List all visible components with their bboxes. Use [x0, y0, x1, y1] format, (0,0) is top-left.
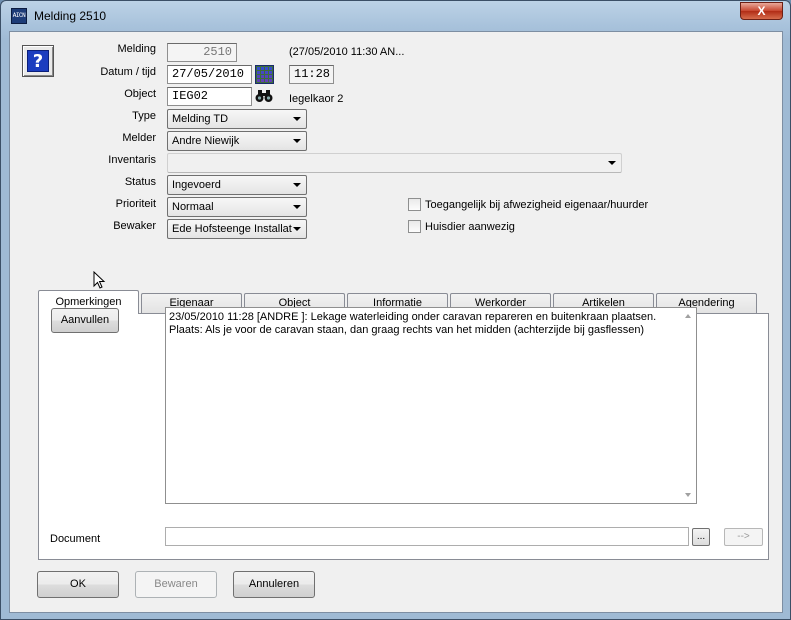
document-field[interactable] [165, 527, 689, 546]
chevron-down-icon [608, 161, 616, 165]
type-label: Type [132, 110, 156, 122]
ok-button[interactable]: OK [37, 571, 119, 598]
aanvullen-button[interactable]: Aanvullen [51, 308, 119, 333]
prioriteit-value: Normaal [172, 201, 214, 213]
chevron-down-icon [293, 183, 301, 187]
app-icon: AICN [11, 8, 27, 24]
memo-line: 23/05/2010 11:28 [ANDRE ]: Lekage waterl… [169, 311, 657, 323]
opmerkingen-textarea[interactable]: 23/05/2010 11:28 [ANDRE ]: Lekage waterl… [165, 307, 697, 504]
bewaker-value: Ede Hofsteenge Installat [172, 223, 292, 235]
inventaris-dropdown[interactable] [167, 153, 622, 173]
binoculars-icon[interactable] [255, 89, 273, 103]
annuleren-button[interactable]: Annuleren [233, 571, 315, 598]
datum-tijd-label: Datum / tijd [100, 66, 156, 78]
bewaker-label: Bewaker [113, 220, 156, 232]
document-label: Document [50, 533, 101, 545]
chevron-down-icon [293, 227, 301, 231]
mouse-cursor-icon [93, 271, 106, 289]
created-info: (27/05/2010 11:30 AN... [289, 46, 405, 58]
type-dropdown[interactable]: Melding TD [167, 109, 307, 129]
object-description: Iegelkaor 2 [289, 93, 344, 105]
chevron-down-icon [293, 139, 301, 143]
object-field[interactable]: IEG02 [167, 87, 252, 106]
inventaris-label: Inventaris [108, 154, 156, 166]
toegang-checkbox-label: Toegangelijk bij afwezigheid eigenaar/hu… [425, 199, 649, 211]
scroll-up-icon[interactable] [685, 314, 691, 318]
melder-label: Melder [122, 132, 156, 144]
melding-label: Melding [117, 43, 156, 55]
calendar-icon[interactable] [255, 65, 274, 84]
huisdier-checkbox-label: Huisdier aanwezig [425, 221, 515, 233]
status-value: Ingevoerd [172, 179, 221, 191]
chevron-down-icon [293, 117, 301, 121]
prioriteit-dropdown[interactable]: Normaal [167, 197, 307, 217]
melder-value: Andre Niewijk [172, 135, 240, 147]
time-field[interactable]: 11:28 [289, 65, 334, 84]
window-title: Melding 2510 [34, 9, 107, 23]
close-button[interactable]: X [740, 2, 783, 20]
dialog-window: AICN Melding 2510 X ? Melding 2510 (27/0… [0, 0, 791, 620]
status-dropdown[interactable]: Ingevoerd [167, 175, 307, 195]
date-field[interactable]: 27/05/2010 [167, 65, 252, 84]
scroll-down-icon[interactable] [685, 493, 691, 497]
help-button[interactable]: ? [22, 45, 54, 77]
prioriteit-label: Prioriteit [115, 198, 156, 210]
memo-line: Plaats: Als je voor de caravan staan, da… [169, 324, 645, 336]
toegang-checkbox[interactable] [408, 198, 421, 211]
dialog-client-area: ? Melding 2510 (27/05/2010 11:30 AN... D… [9, 31, 783, 613]
title-bar[interactable]: AICN Melding 2510 X [1, 1, 790, 31]
browse-document-button[interactable]: ... [692, 528, 710, 546]
chevron-down-icon [293, 205, 301, 209]
vertical-scrollbar[interactable] [681, 308, 696, 503]
huisdier-checkbox[interactable] [408, 220, 421, 233]
bewaker-dropdown[interactable]: Ede Hofsteenge Installat [167, 219, 307, 239]
question-mark-icon: ? [27, 50, 49, 72]
bewaren-button[interactable]: Bewaren [135, 571, 217, 598]
melding-number-field: 2510 [167, 43, 237, 62]
type-value: Melding TD [172, 113, 229, 125]
melder-dropdown[interactable]: Andre Niewijk [167, 131, 307, 151]
status-label: Status [124, 176, 156, 188]
open-document-button[interactable]: --> [724, 528, 763, 546]
object-label: Object [124, 88, 156, 100]
